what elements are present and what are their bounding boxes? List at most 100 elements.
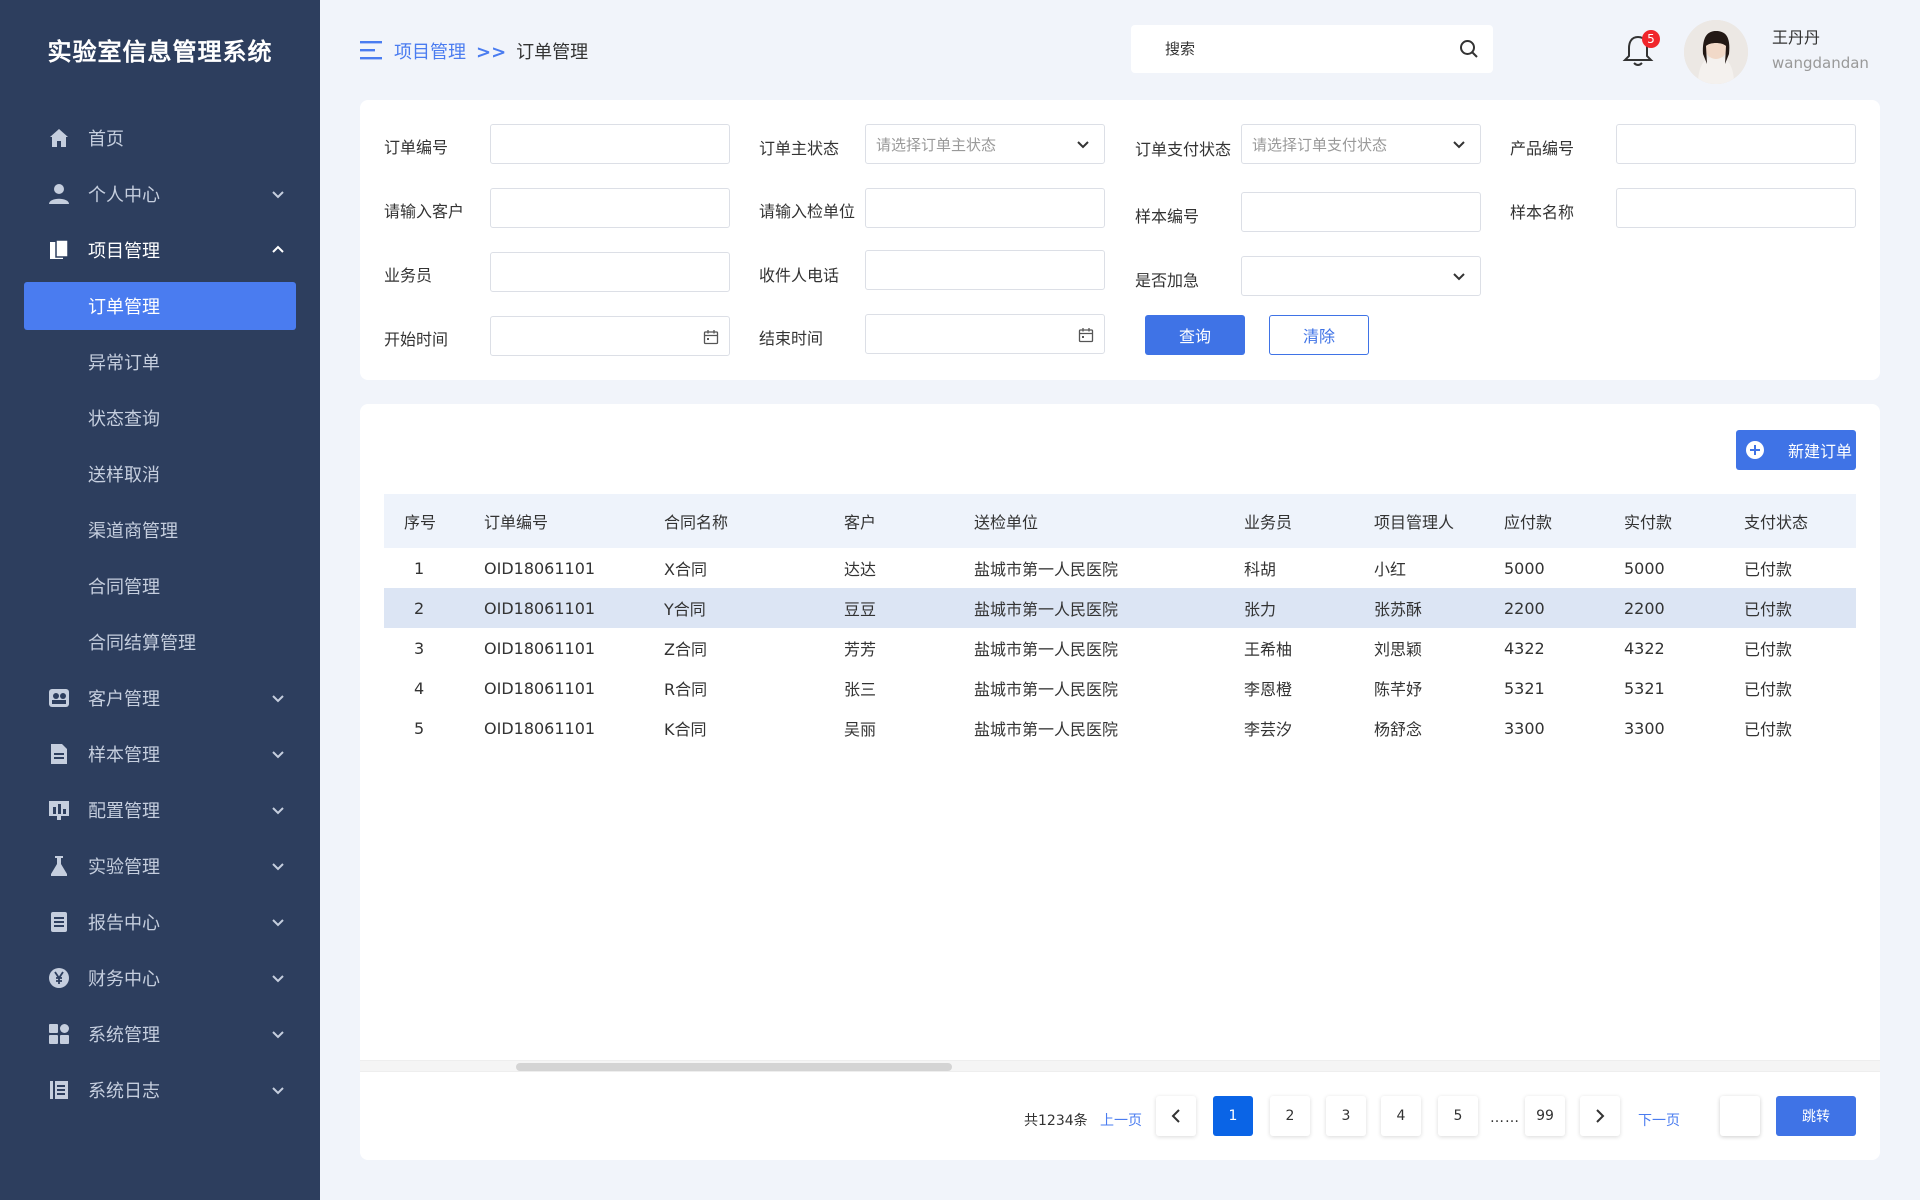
product-no-label: 产品编号 xyxy=(1510,139,1575,158)
page-button[interactable]: 5 xyxy=(1438,1096,1478,1136)
chevron-down-icon xyxy=(1453,273,1465,281)
subnav-item-cancel[interactable]: 送样取消 xyxy=(0,446,320,502)
filter-panel: 订单编号 订单主状态 请选择订单主状态 订单支付状态 请选择订单支付状态 产品编… xyxy=(360,100,1880,380)
nav-item-home[interactable]: 首页 xyxy=(0,110,320,166)
nav-item-customer[interactable]: 客户管理 xyxy=(0,670,320,726)
pagination-ellipsis: …… xyxy=(1490,1110,1520,1126)
chevron-down-icon xyxy=(1077,141,1089,149)
nav-item-finance[interactable]: 财务中心 xyxy=(0,950,320,1006)
urgent-select[interactable] xyxy=(1241,256,1481,296)
page-button-last[interactable]: 99 xyxy=(1525,1096,1565,1136)
table-cell: 豆豆 xyxy=(844,600,877,619)
table-row[interactable]: 4 OID18061101 R合同 张三 盐城市第一人民医院 李恩橙 陈芊妤 5321 5321… xyxy=(384,668,1856,708)
page-button[interactable]: 2 xyxy=(1270,1096,1310,1136)
table-cell: 4322 xyxy=(1624,638,1665,658)
receiver-phone-input[interactable] xyxy=(865,250,1105,290)
horizontal-scrollbar[interactable] xyxy=(360,1060,1880,1072)
column-header: 业务员 xyxy=(1244,513,1293,532)
urgent-label: 是否加急 xyxy=(1135,271,1200,290)
menu-icon[interactable] xyxy=(360,40,382,60)
avatar[interactable] xyxy=(1684,20,1748,84)
table-cell: 5000 xyxy=(1504,558,1545,578)
clear-button[interactable]: 清除 xyxy=(1269,315,1369,355)
pay-status-select[interactable]: 请选择订单支付状态 xyxy=(1241,124,1481,164)
jump-button[interactable]: 跳转 xyxy=(1776,1096,1856,1136)
table-cell: 已付款 xyxy=(1744,600,1793,619)
app-title: 实验室信息管理系统 xyxy=(47,38,273,66)
customer-icon xyxy=(48,687,70,709)
table-cell: 芳芳 xyxy=(844,640,877,659)
subnav-item-abnormal[interactable]: 异常订单 xyxy=(0,334,320,390)
chevron-down-icon xyxy=(272,751,284,759)
report-icon xyxy=(48,911,70,933)
nav-item-config[interactable]: 配置管理 xyxy=(0,782,320,838)
table-row[interactable]: 1 OID18061101 X合同 达达 盐城市第一人民医院 科胡 小红 5000 5000 已付… xyxy=(384,548,1856,588)
subnav-item-channel[interactable]: 渠道商管理 xyxy=(0,502,320,558)
table-cell: 5000 xyxy=(1624,558,1665,578)
nav-item-personal[interactable]: 个人中心 xyxy=(0,166,320,222)
table-cell: X合同 xyxy=(664,560,707,579)
subnav-item-contract[interactable]: 合同管理 xyxy=(0,558,320,614)
grid-icon xyxy=(48,1023,70,1045)
log-book-icon xyxy=(48,1079,70,1101)
table-cell: 2200 xyxy=(1504,598,1545,618)
notification-button[interactable]: 5 xyxy=(1622,30,1660,68)
prev-page-link[interactable]: 上一页 xyxy=(1100,1110,1142,1130)
start-time-input[interactable] xyxy=(490,316,730,356)
end-time-label: 结束时间 xyxy=(759,329,824,348)
breadcrumb-parent[interactable]: 项目管理 xyxy=(394,42,466,63)
sample-no-input[interactable] xyxy=(1241,192,1481,232)
scrollbar-thumb[interactable] xyxy=(516,1063,952,1071)
calendar-icon[interactable] xyxy=(703,329,719,345)
table-panel: 新建订单 序号 订单编号 合同名称 客户 送检单位 业务员 项目管理人 应付款 实付款 支付状态 … xyxy=(360,404,1880,1160)
subnav-item-settlement[interactable]: 合同结算管理 xyxy=(0,614,320,670)
order-status-select[interactable]: 请选择订单主状态 xyxy=(865,124,1105,164)
table-cell: 陈芊妤 xyxy=(1374,680,1423,699)
table-cell: 盐城市第一人民医院 xyxy=(974,600,1119,619)
table-cell: 2200 xyxy=(1624,598,1665,618)
jump-page-input[interactable] xyxy=(1720,1096,1760,1136)
notification-badge: 5 xyxy=(1642,30,1660,48)
salesman-input[interactable] xyxy=(490,252,730,292)
chart-board-icon xyxy=(48,799,70,821)
table-row[interactable]: 3 OID18061101 Z合同 芳芳 盐城市第一人民医院 王希柚 刘思颖 4322 4322… xyxy=(384,628,1856,668)
page-button[interactable]: 4 xyxy=(1381,1096,1421,1136)
home-icon xyxy=(48,127,70,149)
customer-input[interactable] xyxy=(490,188,730,228)
nav-item-system[interactable]: 系统管理 xyxy=(0,1006,320,1062)
table-row[interactable]: 5 OID18061101 K合同 吴丽 盐城市第一人民医院 李芸汐 杨舒念 3300 3300… xyxy=(384,708,1856,748)
search-icon[interactable] xyxy=(1459,39,1479,59)
sample-name-input[interactable] xyxy=(1616,188,1856,228)
calendar-icon[interactable] xyxy=(1078,327,1094,343)
product-no-input[interactable] xyxy=(1616,124,1856,164)
search-input[interactable] xyxy=(1165,40,1445,58)
prev-page-button[interactable] xyxy=(1156,1096,1196,1136)
next-page-link[interactable]: 下一页 xyxy=(1638,1110,1680,1130)
search-box xyxy=(1131,25,1493,73)
next-page-button[interactable] xyxy=(1580,1096,1620,1136)
order-no-input[interactable] xyxy=(490,124,730,164)
column-header: 合同名称 xyxy=(664,513,729,532)
page-button[interactable]: 3 xyxy=(1326,1096,1366,1136)
nav-item-experiment[interactable]: 实验管理 xyxy=(0,838,320,894)
nav-item-log[interactable]: 系统日志 xyxy=(0,1062,320,1118)
table-cell: K合同 xyxy=(664,720,707,739)
page-button[interactable]: 1 xyxy=(1213,1096,1253,1136)
nav-label: 样本管理 xyxy=(88,745,160,766)
nav-item-report[interactable]: 报告中心 xyxy=(0,894,320,950)
table-cell: 张力 xyxy=(1244,600,1277,619)
table-cell: 3300 xyxy=(1624,718,1665,738)
query-button[interactable]: 查询 xyxy=(1145,315,1245,355)
end-time-input[interactable] xyxy=(865,314,1105,354)
nav-item-sample[interactable]: 样本管理 xyxy=(0,726,320,782)
inspection-unit-input[interactable] xyxy=(865,188,1105,228)
chevron-down-icon xyxy=(272,695,284,703)
table-cell: 达达 xyxy=(844,560,877,579)
nav-item-project[interactable]: 项目管理 xyxy=(0,222,320,278)
table-row[interactable]: 2 OID18061101 Y合同 豆豆 盐城市第一人民医院 张力 张苏酥 2200 2200 已… xyxy=(384,588,1856,628)
subnav-item-order[interactable]: 订单管理 xyxy=(24,282,296,330)
new-order-button[interactable]: 新建订单 xyxy=(1736,430,1856,470)
subnav-item-status[interactable]: 状态查询 xyxy=(0,390,320,446)
table-cell: Y合同 xyxy=(664,600,706,619)
column-header: 送检单位 xyxy=(974,513,1039,532)
